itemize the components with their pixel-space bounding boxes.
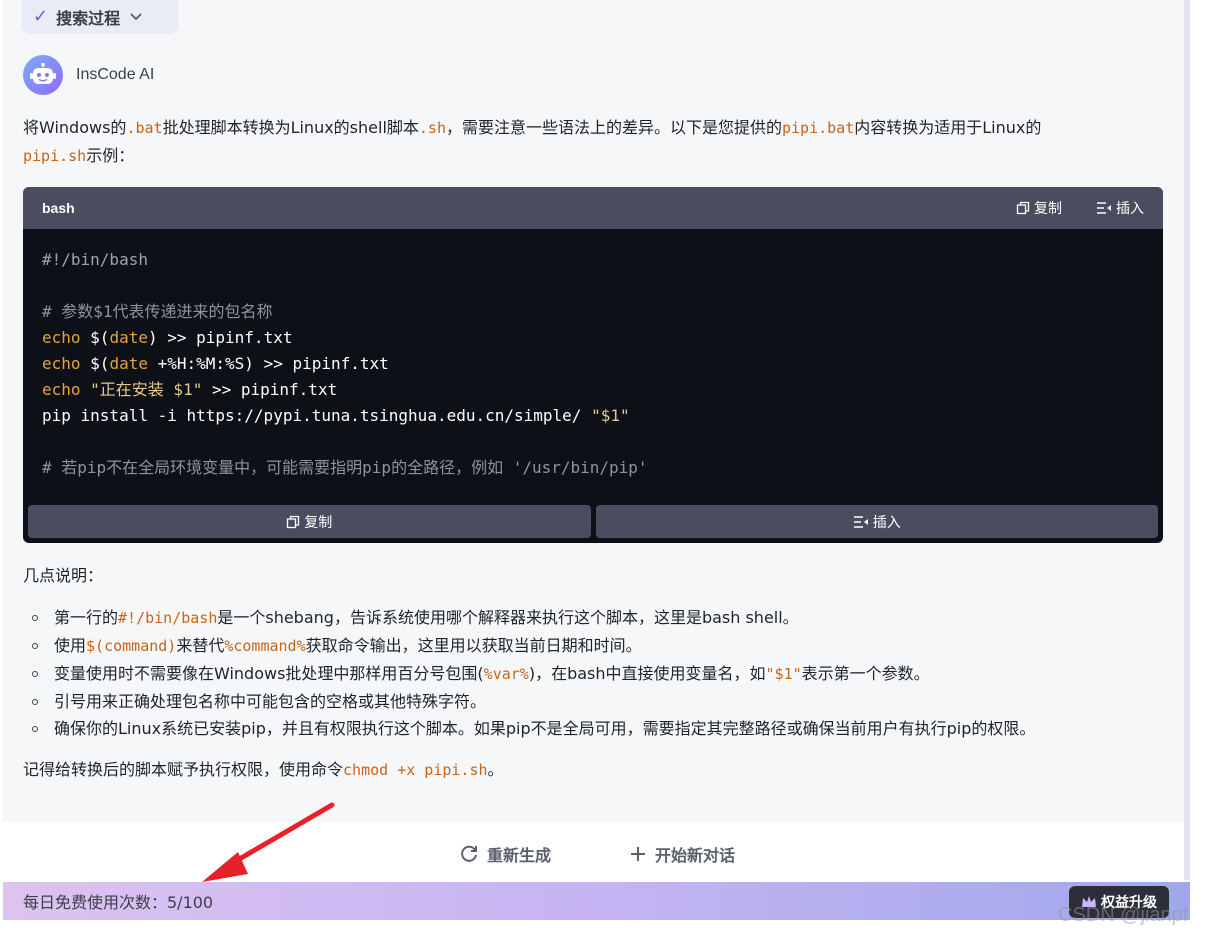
closing-tip: 记得给转换后的脚本赋予执行权限，使用命令chmod +x pipi.sh。	[23, 756, 504, 784]
refresh-icon	[461, 845, 477, 862]
search-process-label: 搜索过程	[56, 9, 121, 28]
inline-code: #!/bin/bash	[118, 609, 218, 627]
copy-label: 复制	[1034, 201, 1062, 217]
inline-code: pipi.bat	[782, 119, 855, 137]
intro-text: ，需要注意一些语法上的差异。以下是您提供的	[445, 118, 782, 137]
note-text: 使用	[54, 636, 87, 655]
code-line: #!/bin/bash	[42, 250, 148, 269]
insert-label: 插入	[872, 514, 901, 531]
notes-list: 第一行的#!/bin/bash是一个shebang，告诉系统使用哪个解释器来执行…	[30, 604, 1170, 742]
list-item: 使用$(command)来替代%command%获取命令输出，这里用以获取当前日…	[30, 632, 1170, 660]
insert-code-footer-button[interactable]: 插入	[595, 505, 1158, 538]
note-text: 确保你的Linux系统已安装pip，并且有权限执行这个脚本。如果pip不是全局可…	[54, 719, 1036, 738]
code-keyword: echo	[42, 380, 81, 399]
code-string: "$1"	[591, 406, 630, 425]
code-line: # 若pip不在全局环境变量中，可能需要指明pip的全路径，例如 '/usr/b…	[42, 458, 648, 477]
code-keyword: date	[109, 354, 148, 373]
code-string: "正在安装 $1"	[80, 380, 203, 399]
chat-actions: 重新生成 开始新对话	[0, 836, 1184, 872]
code-language: bash	[42, 200, 75, 216]
code-keyword: date	[109, 328, 148, 347]
code-text: ) >> pipinf.txt	[147, 328, 293, 347]
code-text: pip install -i https://pypi.tuna.tsinghu…	[42, 406, 592, 425]
inline-code: .sh	[418, 119, 446, 137]
code-text: >> pipinf.txt	[202, 380, 338, 399]
chevron-down-icon	[130, 10, 142, 24]
bot-name: InsCode AI	[76, 66, 155, 83]
copy-code-button[interactable]: 复制	[1016, 198, 1062, 218]
note-text: 来替代	[176, 636, 225, 655]
intro-text: 内容转换为适用于Linux的	[854, 118, 1042, 137]
insert-code-button[interactable]: 插入	[1096, 198, 1144, 218]
code-line: # 参数$1代表传递进来的包名称	[42, 302, 273, 321]
inline-code: %command%	[224, 637, 306, 655]
list-item: 确保你的Linux系统已安装pip，并且有权限执行这个脚本。如果pip不是全局可…	[30, 715, 1170, 742]
insert-label: 插入	[1116, 201, 1144, 217]
chat-panel: ✓ 搜索过程 InsCode AI 将Windows的.bat批处理脚本转换为L…	[0, 0, 1190, 938]
bot-avatar	[23, 55, 63, 95]
scrollbar[interactable]	[1190, 0, 1208, 938]
note-text: 第一行的	[54, 608, 119, 627]
list-item: 第一行的#!/bin/bash是一个shebang，告诉系统使用哪个解释器来执行…	[30, 604, 1170, 632]
copy-code-footer-button[interactable]: 复制	[28, 505, 591, 538]
code-text: $(	[80, 328, 110, 347]
watermark: CSDN @jianpf	[1058, 904, 1189, 926]
intro-text: 将Windows的	[23, 118, 127, 137]
robot-icon	[30, 63, 56, 84]
bullet-icon	[32, 699, 38, 705]
note-text: 变量使用时不需要像在Windows批处理中那样用百分号包围(	[54, 664, 484, 683]
intro-text: 示例：	[86, 146, 135, 165]
code-keyword: echo	[42, 354, 81, 373]
new-chat-button[interactable]: 开始新对话	[629, 836, 735, 872]
code-content: #!/bin/bash # 参数$1代表传递进来的包名称 echo $(date…	[23, 229, 1163, 481]
copy-icon	[1016, 201, 1030, 215]
code-text: $(	[80, 354, 110, 373]
code-text: +%H:%M:%S) >> pipinf.txt	[147, 354, 389, 373]
inline-code: pipi.sh	[23, 147, 87, 165]
inline-code: %var%	[483, 665, 529, 683]
note-text: 引号用来正确处理包名称中可能包含的空格或其他特殊字符。	[54, 692, 487, 711]
note-text: 获取命令输出，这里用以获取当前日期和时间。	[305, 636, 642, 655]
code-block-header: bash 复制 插入	[23, 187, 1163, 229]
new-chat-label: 开始新对话	[655, 846, 736, 865]
bullet-icon	[32, 726, 38, 732]
usage-bar: 每日免费使用次数：5/100	[3, 882, 1190, 920]
check-icon: ✓	[33, 6, 49, 27]
note-text: 表示第一个参数。	[801, 664, 930, 683]
usage-count: 每日免费使用次数：5/100	[23, 893, 214, 912]
intro-text: 批处理脚本转换为Linux的shell脚本	[162, 118, 419, 137]
bullet-icon	[32, 643, 38, 649]
bot-header: InsCode AI	[23, 55, 154, 95]
regenerate-button[interactable]: 重新生成	[459, 836, 551, 872]
insert-icon	[1097, 202, 1111, 214]
insert-icon	[853, 515, 868, 528]
inline-code: $(command)	[86, 637, 177, 655]
inline-code: "$1"	[765, 665, 802, 683]
tip-text: 记得给转换后的脚本赋予执行权限，使用命令	[23, 760, 344, 779]
plus-icon	[631, 847, 645, 861]
answer-intro: 将Windows的.bat批处理脚本转换为Linux的shell脚本.sh，需要…	[23, 114, 1163, 170]
code-keyword: echo	[42, 328, 81, 347]
inline-code: .bat	[126, 119, 163, 137]
notes-title: 几点说明：	[23, 566, 104, 585]
regenerate-label: 重新生成	[486, 846, 551, 865]
bullet-icon	[32, 615, 38, 621]
inline-code: chmod +x pipi.sh	[343, 761, 488, 779]
copy-icon	[287, 515, 300, 528]
note-text: 是一个shebang，告诉系统使用哪个解释器来执行这个脚本，这里是bash sh…	[217, 608, 799, 627]
note-text: )，在bash中直接使用变量名，如	[528, 664, 766, 683]
list-item: 变量使用时不需要像在Windows批处理中那样用百分号包围(%var%)，在ba…	[30, 660, 1170, 688]
bullet-icon	[32, 671, 38, 677]
copy-label: 复制	[304, 514, 333, 531]
code-block-footer: 复制 插入	[28, 505, 1158, 538]
code-block: bash 复制 插入 #!/bin/bash # 参数$1代表传递进来的包名称 …	[23, 187, 1163, 543]
tip-text: 。	[487, 760, 504, 779]
search-process-toggle[interactable]: ✓ 搜索过程	[22, 0, 178, 34]
list-item: 引号用来正确处理包名称中可能包含的空格或其他特殊字符。	[30, 688, 1170, 715]
